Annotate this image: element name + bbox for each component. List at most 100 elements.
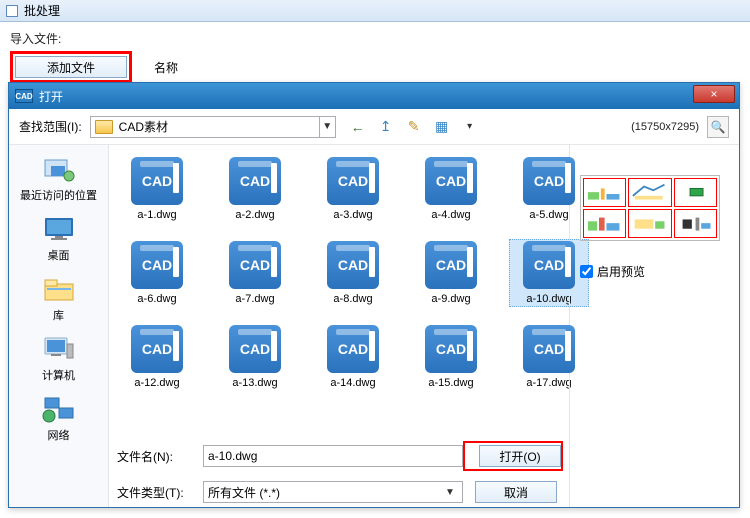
filename-input[interactable]: [203, 445, 463, 467]
file-item[interactable]: CAD a-4.dwg: [411, 155, 491, 223]
file-item[interactable]: CAD a-6.dwg: [117, 239, 197, 307]
batch-app-icon: [6, 5, 18, 17]
file-name-label: a-12.dwg: [134, 377, 179, 389]
filetype-value: 所有文件 (*.*): [208, 484, 442, 501]
batch-title-text: 批处理: [24, 2, 60, 19]
new-folder-icon[interactable]: ✎: [404, 117, 424, 137]
cancel-button[interactable]: 取消: [475, 481, 557, 503]
file-name-label: a-9.dwg: [431, 293, 470, 305]
file-area: CAD a-1.dwg CAD a-2.dwg CAD a-3.dwg CAD a-4.dwg…: [109, 145, 569, 507]
dimensions-text: (15750x7295): [631, 121, 699, 133]
add-file-highlight: 添加文件: [10, 51, 132, 83]
preview-check-row[interactable]: 启用预览: [580, 263, 729, 280]
dialog-toolbar: 查找范围(I): CAD素材 ▼ ← ↥ ✎ ▦ ▾ (15750x7295) …: [9, 109, 739, 145]
open-dialog: CAD 打开 × 查找范围(I): CAD素材 ▼ ← ↥ ✎ ▦ ▾ (157…: [8, 82, 740, 508]
file-grid: CAD a-1.dwg CAD a-2.dwg CAD a-3.dwg CAD a-4.dwg…: [117, 155, 561, 391]
file-name-label: a-7.dwg: [235, 293, 274, 305]
file-item[interactable]: CAD a-12.dwg: [117, 323, 197, 391]
batch-titlebar: 批处理: [0, 0, 750, 22]
file-item[interactable]: CAD a-13.dwg: [215, 323, 295, 391]
file-item[interactable]: CAD a-7.dwg: [215, 239, 295, 307]
computer-icon: [39, 333, 79, 365]
cad-file-icon: CAD: [327, 325, 379, 373]
file-name-label: a-6.dwg: [137, 293, 176, 305]
file-item[interactable]: CAD a-2.dwg: [215, 155, 295, 223]
file-name-label: a-1.dwg: [137, 209, 176, 221]
file-item[interactable]: CAD a-8.dwg: [313, 239, 393, 307]
sidebar-item-libraries[interactable]: 库: [19, 273, 99, 323]
folder-name-text: CAD素材: [117, 118, 319, 135]
open-button[interactable]: 打开(O): [479, 445, 561, 467]
sidebar-item-label: 计算机: [42, 367, 75, 383]
file-item[interactable]: CAD a-14.dwg: [313, 323, 393, 391]
file-item[interactable]: CAD a-1.dwg: [117, 155, 197, 223]
sidebar-item-desktop[interactable]: 桌面: [19, 213, 99, 263]
cad-file-icon: CAD: [523, 325, 575, 373]
sidebar-item-label: 库: [53, 307, 64, 323]
sidebar-item-recent[interactable]: 最近访问的位置: [19, 153, 99, 203]
preview-checkbox[interactable]: [580, 265, 593, 278]
cad-file-icon: CAD: [327, 157, 379, 205]
places-sidebar: 最近访问的位置 桌面 库 计算机 网络: [9, 145, 109, 507]
sidebar-item-network[interactable]: 网络: [19, 393, 99, 443]
view-dropdown-icon[interactable]: ▾: [460, 117, 480, 137]
sidebar-item-label: 网络: [48, 427, 70, 443]
up-icon[interactable]: ↥: [376, 117, 396, 137]
preview-thumbnail: [580, 175, 720, 241]
dialog-titlebar: CAD 打开 ×: [9, 83, 739, 109]
column-name-header: 名称: [154, 59, 178, 76]
folder-icon: [95, 120, 113, 134]
magnify-button[interactable]: 🔍: [707, 116, 729, 138]
cad-file-icon: CAD: [425, 157, 477, 205]
file-name-label: a-10.dwg: [526, 293, 571, 305]
file-name-label: a-2.dwg: [235, 209, 274, 221]
view-icon[interactable]: ▦: [432, 117, 452, 137]
filename-label: 文件名(N):: [117, 448, 203, 465]
network-icon: [39, 393, 79, 425]
search-icon: 🔍: [711, 120, 726, 134]
back-icon[interactable]: ←: [348, 117, 368, 137]
chevron-down-icon: ▼: [442, 487, 458, 498]
file-name-label: a-15.dwg: [428, 377, 473, 389]
file-name-label: a-17.dwg: [526, 377, 571, 389]
recent-places-icon: [39, 153, 79, 185]
filetype-label: 文件类型(T):: [117, 484, 203, 501]
file-name-label: a-14.dwg: [330, 377, 375, 389]
preview-check-label: 启用预览: [597, 263, 645, 280]
cad-file-icon: CAD: [327, 241, 379, 289]
cad-file-icon: CAD: [131, 157, 183, 205]
close-button[interactable]: ×: [693, 85, 735, 103]
cad-file-icon: CAD: [229, 157, 281, 205]
file-name-label: a-4.dwg: [431, 209, 470, 221]
folder-combobox[interactable]: CAD素材 ▼: [90, 116, 336, 138]
cad-file-icon: CAD: [131, 325, 183, 373]
cad-file-icon: CAD: [229, 325, 281, 373]
file-name-label: a-5.dwg: [529, 209, 568, 221]
close-icon: ×: [710, 87, 717, 101]
libraries-icon: [39, 273, 79, 305]
folder-dropdown-icon[interactable]: ▼: [319, 117, 335, 137]
file-name-label: a-13.dwg: [232, 377, 277, 389]
cad-file-icon: CAD: [523, 157, 575, 205]
import-label: 导入文件:: [10, 30, 740, 47]
file-item[interactable]: CAD a-15.dwg: [411, 323, 491, 391]
desktop-icon: [39, 213, 79, 245]
cad-file-icon: CAD: [425, 241, 477, 289]
cad-file-icon: CAD: [229, 241, 281, 289]
file-name-label: a-3.dwg: [333, 209, 372, 221]
cad-file-icon: CAD: [523, 241, 575, 289]
file-name-label: a-8.dwg: [333, 293, 372, 305]
sidebar-item-computer[interactable]: 计算机: [19, 333, 99, 383]
cad-file-icon: CAD: [425, 325, 477, 373]
cad-file-icon: CAD: [131, 241, 183, 289]
scope-label: 查找范围(I):: [19, 118, 82, 135]
dialog-title-text: 打开: [39, 88, 735, 105]
filetype-combobox[interactable]: 所有文件 (*.*) ▼: [203, 481, 463, 503]
file-item[interactable]: CAD a-3.dwg: [313, 155, 393, 223]
sidebar-item-label: 最近访问的位置: [20, 187, 97, 203]
cad-app-icon: CAD: [15, 89, 33, 103]
file-item[interactable]: CAD a-9.dwg: [411, 239, 491, 307]
open-button-highlight: 打开(O): [463, 441, 563, 471]
preview-panel: 启用预览: [569, 145, 739, 507]
add-file-button[interactable]: 添加文件: [15, 56, 127, 78]
